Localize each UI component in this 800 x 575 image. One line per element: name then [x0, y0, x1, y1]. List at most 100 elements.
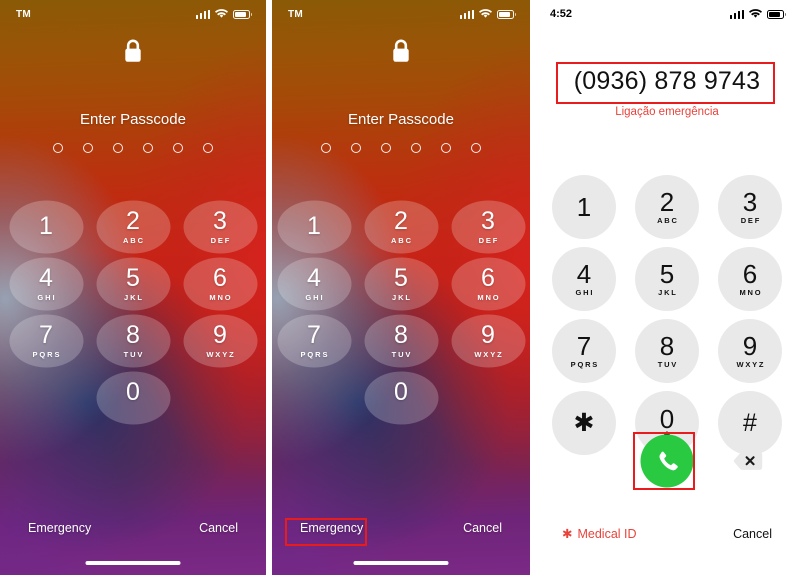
wifi-icon: [215, 9, 228, 18]
keypad-key-9[interactable]: 9 WXYZ: [183, 314, 258, 368]
key-letters: ABC: [122, 236, 145, 245]
dialer-key-1[interactable]: 1: [552, 175, 616, 239]
key-letters: PQRS: [32, 350, 62, 359]
key-digit: 9: [213, 321, 227, 349]
home-indicator[interactable]: [353, 561, 449, 565]
dialer-key-6[interactable]: 6 MNO: [718, 247, 782, 311]
passcode-dot: [381, 143, 391, 153]
keypad-key-4[interactable]: 4 GHI: [277, 257, 352, 311]
keypad-key-4[interactable]: 4 GHI: [9, 257, 84, 311]
key-digit: 5: [126, 264, 140, 292]
enter-passcode-title: Enter Passcode: [348, 111, 454, 128]
passcode-dot: [441, 143, 451, 153]
cellular-signal-icon: [729, 9, 744, 19]
medical-id-label: Medical ID: [577, 526, 637, 541]
dialer-action-row: [572, 432, 764, 490]
passcode-dot: [173, 143, 183, 153]
key-digit: 3: [481, 207, 495, 235]
keypad-key-8[interactable]: 8 TUV: [96, 314, 171, 368]
passcode-keypad: 1 2 ABC 3 DEF 4 GHI 5 JKL 6 MNO 7 PQRS 8 TUV 9W…: [9, 200, 258, 425]
status-bar: 4:52: [534, 0, 800, 28]
key-digit: 1: [307, 211, 321, 240]
dialer-key-3[interactable]: 3 DEF: [718, 175, 782, 239]
padlock-closed-icon: [390, 38, 412, 69]
enter-passcode-title: Enter Passcode: [80, 111, 186, 128]
key-digit: 6: [742, 259, 758, 289]
key-digit: 1: [39, 211, 53, 240]
home-indicator[interactable]: [85, 561, 181, 565]
lock-screen-panel-1: TM Enter Passcode 1 2 ABC 3 DEF 4 GHI 5 …: [0, 0, 266, 575]
keypad-key-8[interactable]: 8 TUV: [364, 314, 439, 368]
key-digit: 3: [742, 187, 758, 217]
passcode-dot: [113, 143, 123, 153]
delete-button[interactable]: [732, 450, 764, 473]
wifi-icon: [749, 9, 762, 18]
emergency-dialer-panel: 4:52 (0936) 878 9743 Ligação emergência …: [534, 0, 800, 575]
keypad-key-2[interactable]: 2 ABC: [364, 200, 439, 254]
backspace-delete-icon: [733, 452, 763, 470]
key-digit: 5: [394, 264, 408, 292]
call-button[interactable]: [640, 434, 694, 488]
dialer-key-5[interactable]: 5 JKL: [635, 247, 699, 311]
key-digit: 5: [659, 259, 675, 289]
key-letters: PQRS: [570, 360, 600, 369]
key-digit: 9: [742, 331, 758, 361]
keypad-key-1[interactable]: 1: [277, 200, 352, 254]
passcode-dot: [53, 143, 63, 153]
key-letters: GHI: [37, 293, 57, 302]
key-letters: WXYZ: [474, 350, 504, 359]
cancel-button[interactable]: Cancel: [463, 521, 502, 535]
key-letters: MNO: [739, 288, 763, 297]
passcode-dot: [411, 143, 421, 153]
key-letters: MNO: [477, 293, 501, 302]
cancel-button[interactable]: Cancel: [199, 521, 238, 535]
cellular-signal-icon: [459, 9, 474, 19]
dialer-key-9[interactable]: 9 WXYZ: [718, 319, 782, 383]
key-digit: 0: [126, 378, 140, 406]
key-digit: 3: [213, 207, 227, 235]
key-digit: 8: [394, 321, 408, 349]
keypad-key-1[interactable]: 1: [9, 200, 84, 254]
dialer-key-8[interactable]: 8 TUV: [635, 319, 699, 383]
dialer-key-4[interactable]: 4 GHI: [552, 247, 616, 311]
dialer-key-7[interactable]: 7 PQRS: [552, 319, 616, 383]
passcode-dot: [471, 143, 481, 153]
emergency-button[interactable]: Emergency: [28, 521, 91, 535]
key-letters: TUV: [123, 350, 145, 359]
emergency-button[interactable]: Emergency: [300, 521, 363, 535]
passcode-dot: [83, 143, 93, 153]
key-letters: DEF: [210, 236, 232, 245]
keypad-key-6[interactable]: 6 MNO: [451, 257, 526, 311]
key-letters: WXYZ: [206, 350, 236, 359]
passcode-dots: [0, 143, 266, 153]
medical-id-button[interactable]: ✱ Medical ID: [562, 526, 637, 542]
key-letters: GHI: [305, 293, 325, 302]
keypad-key-2[interactable]: 2 ABC: [96, 200, 171, 254]
key-letters: WXYZ: [736, 360, 766, 369]
keypad-key-0[interactable]: 0X: [96, 371, 171, 425]
battery-icon: [233, 9, 252, 19]
keypad-key-9[interactable]: 9 WXYZ: [451, 314, 526, 368]
keypad-key-5[interactable]: 5 JKL: [96, 257, 171, 311]
key-digit: 1: [576, 191, 592, 222]
key-digit: 2: [126, 207, 140, 235]
key-digit: 6: [213, 264, 227, 292]
key-letters: ABC: [390, 236, 413, 245]
keypad-key-5[interactable]: 5 JKL: [364, 257, 439, 311]
keypad-key-3[interactable]: 3 DEF: [451, 200, 526, 254]
keypad-key-6[interactable]: 6 MNO: [183, 257, 258, 311]
cancel-button[interactable]: Cancel: [733, 527, 772, 541]
keypad-key-7[interactable]: 7 PQRS: [9, 314, 84, 368]
status-icons: [729, 9, 786, 19]
keypad-key-3[interactable]: 3 DEF: [183, 200, 258, 254]
cellular-signal-icon: [195, 9, 210, 19]
emergency-call-caption: Ligação emergência: [615, 106, 719, 118]
keypad-key-7[interactable]: 7 PQRS: [277, 314, 352, 368]
dialer-bottom-actions: ✱ Medical ID Cancel: [534, 526, 800, 542]
phone-number-display[interactable]: (0936) 878 9743: [560, 62, 774, 103]
lock-screen-actions: Emergency Cancel: [272, 521, 530, 535]
dialer-key-2[interactable]: 2 ABC: [635, 175, 699, 239]
keypad-key-0[interactable]: 0X: [364, 371, 439, 425]
key-digit: 7: [39, 321, 53, 349]
key-digit: 8: [126, 321, 140, 349]
